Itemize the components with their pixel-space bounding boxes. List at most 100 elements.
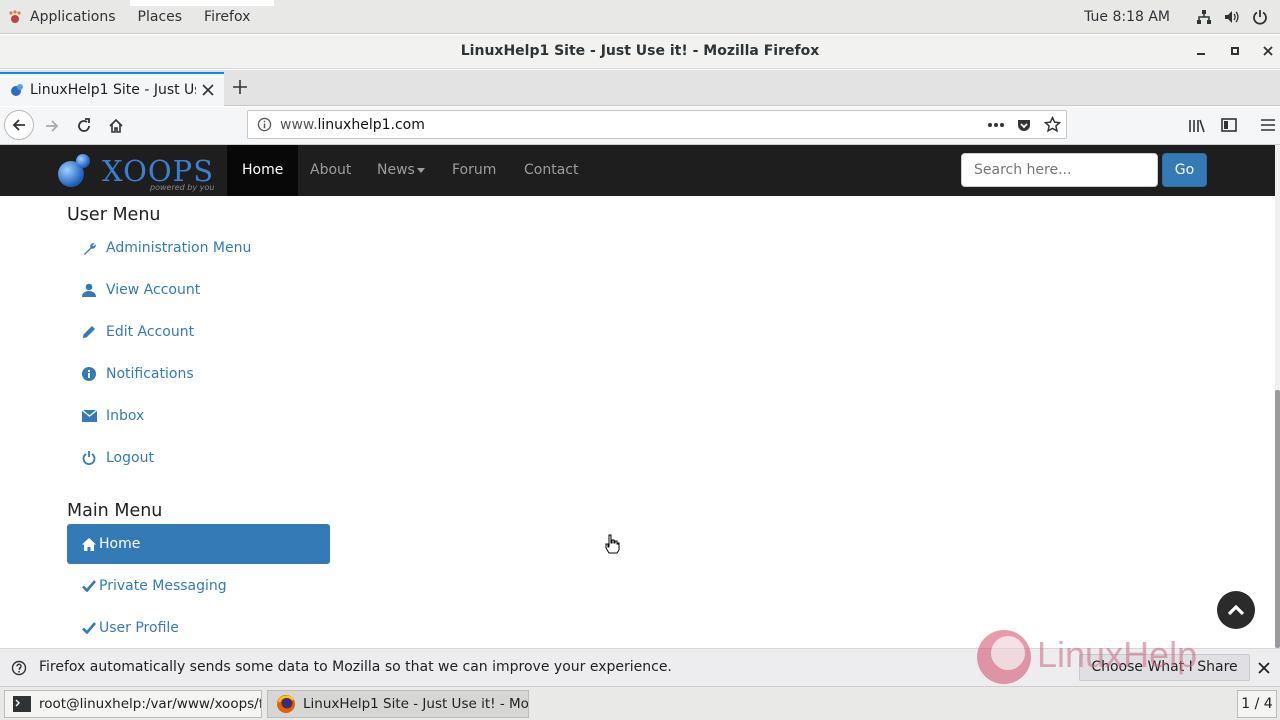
hand-cursor-icon: [605, 534, 620, 554]
user-menu-view-account-link[interactable]: View Account: [81, 279, 200, 301]
power-menu-icon[interactable]: [1252, 9, 1268, 25]
user-menu-notifications-label: Notifications: [106, 366, 194, 382]
taskbar-firefox[interactable]: LinuxHelp1 Site - Just Use it! - Mozi...: [267, 690, 529, 718]
window-list-taskbar: root@linuxhelp:/var/www/xoops/fin... Lin…: [0, 686, 1280, 720]
check-icon: [82, 622, 96, 634]
sidebar-icon[interactable]: [1221, 118, 1237, 132]
check-icon: [82, 580, 96, 592]
nav-contact[interactable]: Contact: [509, 145, 593, 196]
url-domain: linuxhelp1.com: [317, 117, 425, 133]
user-icon: [81, 283, 97, 297]
scrollbar-thumb[interactable]: [1275, 390, 1280, 648]
xoops-logo[interactable]: XOOPS powered by you: [56, 149, 216, 193]
workspace-pager[interactable]: 1 / 4: [1237, 690, 1277, 718]
envelope-icon: [81, 410, 97, 422]
back-button[interactable]: [4, 110, 34, 140]
page-content: User Menu Administration Menu View Accou…: [0, 196, 1275, 648]
page-scrollbar[interactable]: [1275, 145, 1280, 648]
page-actions-icon[interactable]: [988, 122, 1004, 128]
applications-menu[interactable]: Applications: [8, 9, 116, 25]
main-menu-private-messaging-label: Private Messaging: [99, 578, 227, 594]
bookmark-star-icon[interactable]: [1044, 116, 1061, 133]
nav-home[interactable]: Home: [227, 145, 299, 196]
user-menu-logout-label: Logout: [106, 450, 154, 466]
url-text[interactable]: www.linuxhelp1.com: [280, 117, 425, 133]
minimize-button[interactable]: [1191, 42, 1211, 62]
main-menu-user-profile-link[interactable]: User Profile: [67, 608, 330, 648]
hamburger-menu-icon[interactable]: [1260, 118, 1276, 132]
browser-tab[interactable]: LinuxHelp1 Site - Just Use it!: [0, 72, 224, 106]
main-menu-home-label: Home: [99, 536, 141, 552]
new-tab-button[interactable]: [230, 76, 250, 101]
main-menu-home-link[interactable]: Home: [67, 524, 330, 564]
linuxhelp-watermark: LinuxHelp: [975, 626, 1215, 686]
wrench-icon: [81, 241, 97, 256]
close-tab-icon[interactable]: [202, 84, 214, 96]
chevron-up-icon: [1227, 604, 1245, 616]
caret-down-icon: [416, 167, 425, 173]
taskbar-terminal[interactable]: root@linuxhelp:/var/www/xoops/fin...: [4, 690, 262, 718]
network-icon[interactable]: [1196, 9, 1212, 25]
nav-news[interactable]: News: [362, 145, 440, 196]
gnome-foot-icon: [9, 10, 21, 23]
forward-button[interactable]: [38, 112, 66, 140]
search-go-button[interactable]: Go: [1162, 153, 1207, 187]
site-navbar: XOOPS powered by you Home About News For…: [0, 145, 1275, 196]
nav-news-label: News: [377, 162, 415, 178]
maximize-icon: [1231, 47, 1239, 55]
plus-icon: [233, 80, 247, 94]
firefox-app-menu[interactable]: Firefox: [204, 9, 250, 25]
applications-label: Applications: [30, 9, 116, 25]
user-menu-title: User Menu: [67, 205, 161, 225]
close-icon: [1263, 46, 1273, 56]
places-menu[interactable]: Places: [138, 9, 183, 25]
maximize-button[interactable]: [1225, 42, 1245, 62]
user-menu-edit-account-link[interactable]: Edit Account: [81, 321, 194, 343]
forward-arrow-icon: [46, 120, 59, 132]
window-title: LinuxHelp1 Site - Just Use it! - Mozilla…: [460, 43, 820, 59]
user-menu-notifications-link[interactable]: Notifications: [81, 363, 194, 385]
taskbar-firefox-label: LinuxHelp1 Site - Just Use it! - Mozi...: [303, 696, 529, 712]
clock[interactable]: Tue 8:18 AM: [1084, 9, 1170, 25]
help-circle-icon: [11, 660, 27, 676]
user-menu-inbox-label: Inbox: [106, 408, 145, 424]
gnome-top-bar: Applications Places Firefox Tue 8:18 AM: [0, 0, 1280, 34]
linuxhelp-logo-icon: [977, 630, 1031, 684]
reload-button[interactable]: [70, 112, 98, 140]
linuxhelp-watermark-text: LinuxHelp: [1037, 634, 1198, 675]
user-menu-admin-link[interactable]: Administration Menu: [81, 237, 251, 259]
notification-message: Firefox automatically sends some data to…: [39, 659, 672, 675]
nav-forum[interactable]: Forum: [437, 145, 511, 196]
reload-icon: [78, 118, 90, 132]
user-menu-inbox-link[interactable]: Inbox: [81, 405, 144, 427]
url-prefix: www.: [280, 117, 318, 133]
site-search-input[interactable]: [961, 153, 1158, 187]
library-icon[interactable]: [1188, 118, 1206, 134]
volume-icon[interactable]: [1224, 9, 1240, 25]
user-menu-admin-label: Administration Menu: [106, 240, 252, 256]
pocket-icon[interactable]: [1016, 117, 1032, 133]
home-icon: [82, 537, 96, 551]
main-menu-private-messaging-link[interactable]: Private Messaging: [67, 566, 330, 606]
favicon-icon: [11, 84, 23, 96]
nav-about[interactable]: About: [295, 145, 366, 196]
xoops-orb-icon: [58, 154, 90, 187]
url-bar[interactable]: www.linuxhelp1.com: [247, 110, 1067, 139]
home-icon: [109, 118, 123, 133]
home-button[interactable]: [102, 112, 130, 140]
window-titlebar: LinuxHelp1 Site - Just Use it! - Mozilla…: [0, 35, 1280, 69]
pencil-icon: [81, 325, 97, 339]
nav-toolbar: www.linuxhelp1.com: [0, 107, 1280, 145]
xoops-logo-subtext: powered by you: [150, 183, 215, 192]
minimize-icon: [1197, 53, 1205, 55]
user-menu-view-account-label: View Account: [106, 282, 201, 298]
close-window-button[interactable]: [1258, 42, 1278, 62]
terminal-icon: [13, 696, 31, 712]
site-info-icon[interactable]: [257, 117, 272, 132]
scroll-to-top-button[interactable]: [1217, 591, 1255, 629]
firefox-icon: [277, 695, 295, 713]
close-notification-icon[interactable]: [1258, 662, 1270, 674]
tab-title: LinuxHelp1 Site - Just Use it!: [30, 82, 196, 98]
user-menu-logout-link[interactable]: Logout: [81, 447, 154, 469]
back-arrow-icon: [12, 119, 25, 131]
